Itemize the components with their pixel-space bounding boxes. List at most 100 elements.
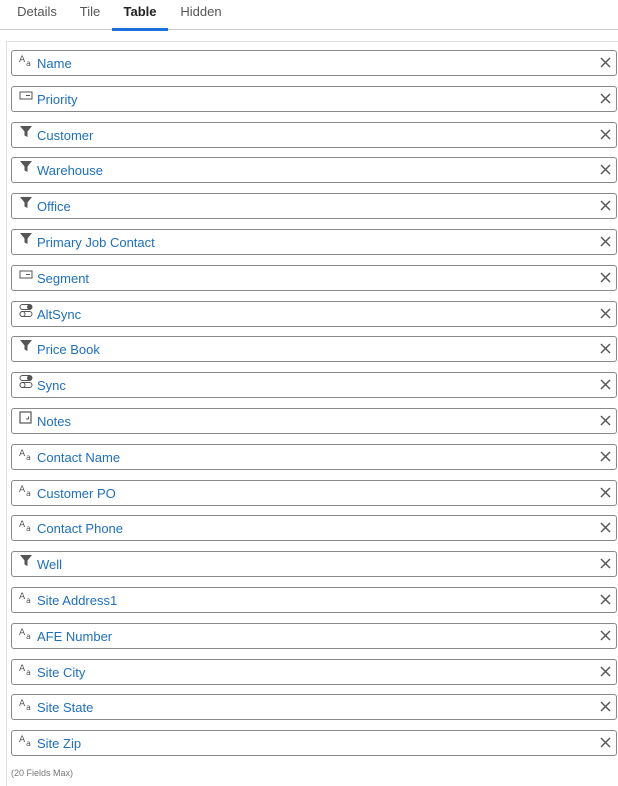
field-label: Sync <box>37 378 66 393</box>
svg-text:a: a <box>26 596 31 604</box>
toggle-icon <box>19 375 34 389</box>
field-row[interactable]: Aa Site State <box>11 694 617 720</box>
filter-icon <box>19 554 34 568</box>
svg-text:A: A <box>19 520 26 530</box>
field-label: Site Zip <box>37 736 82 751</box>
field-label: AFE Number <box>37 629 113 644</box>
remove-field-icon[interactable] <box>599 486 612 499</box>
remove-field-icon[interactable] <box>599 235 612 248</box>
svg-text:a: a <box>26 59 31 67</box>
svg-text:a: a <box>26 489 31 497</box>
field-label: Customer PO <box>37 486 116 501</box>
field-row[interactable]: Well <box>11 551 617 577</box>
field-row[interactable]: Aa Contact Name <box>11 444 617 470</box>
remove-field-icon[interactable] <box>599 557 612 570</box>
field-label: Site City <box>37 665 86 680</box>
field-row[interactable]: Aa Site Address1 <box>11 587 617 613</box>
field-label: Customer <box>37 128 94 143</box>
remove-field-icon[interactable] <box>599 307 612 320</box>
remove-field-icon[interactable] <box>599 521 612 534</box>
field-row[interactable]: Aa Customer PO <box>11 480 617 506</box>
text-icon: Aa <box>19 662 34 676</box>
table-field-list: Aa Name Priority Customer Warehouse Office Pri… <box>6 41 618 786</box>
field-row[interactable]: Warehouse <box>11 157 617 183</box>
remove-field-icon[interactable] <box>599 700 612 713</box>
field-row[interactable]: Customer <box>11 122 617 148</box>
svg-text:A: A <box>19 628 26 638</box>
toggle-icon <box>19 304 34 318</box>
filter-icon <box>19 339 34 353</box>
filter-icon <box>19 232 34 246</box>
tab-bar: Details Tile Table Hidden <box>0 0 618 31</box>
field-label: Contact Name <box>37 450 121 465</box>
field-row[interactable]: Aa Site Zip <box>11 730 617 756</box>
tab-tile[interactable]: Tile <box>72 0 108 30</box>
field-label: AltSync <box>37 307 82 322</box>
field-limit-note: (20 Fields Max) <box>11 768 74 778</box>
field-row[interactable]: Aa Name <box>11 50 617 76</box>
svg-text:a: a <box>26 524 31 532</box>
dropdown-icon <box>19 268 34 282</box>
field-label: Warehouse <box>37 163 103 178</box>
text-icon: Aa <box>19 518 34 532</box>
field-row[interactable]: Aa AFE Number <box>11 623 617 649</box>
field-label: Price Book <box>37 342 100 357</box>
filter-icon <box>19 125 34 139</box>
field-row[interactable]: Priority <box>11 86 617 112</box>
remove-field-icon[interactable] <box>599 128 612 141</box>
field-label: Well <box>37 557 63 572</box>
remove-field-icon[interactable] <box>599 92 612 105</box>
field-label: Site Address1 <box>37 593 118 608</box>
text-icon: Aa <box>19 447 34 461</box>
filter-icon <box>19 160 34 174</box>
svg-text:a: a <box>26 668 31 676</box>
remove-field-icon[interactable] <box>599 736 612 749</box>
field-row[interactable]: Notes <box>11 408 617 434</box>
tab-table[interactable]: Table <box>112 0 168 31</box>
remove-field-icon[interactable] <box>599 56 612 69</box>
field-row[interactable]: Aa Contact Phone <box>11 515 617 541</box>
text-icon: Aa <box>19 53 34 67</box>
field-row[interactable]: Price Book <box>11 336 617 362</box>
svg-text:a: a <box>26 453 31 461</box>
svg-text:A: A <box>19 55 26 65</box>
svg-text:A: A <box>19 592 26 602</box>
svg-text:a: a <box>26 739 31 747</box>
text-icon: Aa <box>19 733 34 747</box>
svg-text:A: A <box>19 449 26 459</box>
filter-icon <box>19 196 34 210</box>
remove-field-icon[interactable] <box>599 199 612 212</box>
tab-details[interactable]: Details <box>10 0 64 30</box>
field-label: Contact Phone <box>37 521 124 536</box>
remove-field-icon[interactable] <box>599 271 612 284</box>
field-label: Notes <box>37 414 71 429</box>
text-icon: Aa <box>19 590 34 604</box>
field-row[interactable]: Aa Site City <box>11 659 617 685</box>
svg-text:A: A <box>19 735 26 745</box>
remove-field-icon[interactable] <box>599 593 612 606</box>
field-row[interactable]: Primary Job Contact <box>11 229 617 255</box>
remove-field-icon[interactable] <box>599 629 612 642</box>
tab-hidden[interactable]: Hidden <box>172 0 230 30</box>
svg-text:A: A <box>19 699 26 709</box>
field-row[interactable]: Segment <box>11 265 617 291</box>
notes-icon <box>19 411 34 425</box>
svg-text:a: a <box>26 632 31 640</box>
remove-field-icon[interactable] <box>599 414 612 427</box>
text-icon: Aa <box>19 697 34 711</box>
field-row[interactable]: AltSync <box>11 301 617 327</box>
field-label: Office <box>37 199 71 214</box>
dropdown-icon <box>19 89 34 103</box>
remove-field-icon[interactable] <box>599 163 612 176</box>
remove-field-icon[interactable] <box>599 342 612 355</box>
field-row[interactable]: Office <box>11 193 617 219</box>
remove-field-icon[interactable] <box>599 665 612 678</box>
field-label: Segment <box>37 271 90 286</box>
remove-field-icon[interactable] <box>599 378 612 391</box>
text-icon: Aa <box>19 483 34 497</box>
text-icon: Aa <box>19 626 34 640</box>
remove-field-icon[interactable] <box>599 450 612 463</box>
field-row[interactable]: Sync <box>11 372 617 398</box>
svg-text:A: A <box>19 664 26 674</box>
field-label: Primary Job Contact <box>37 235 155 250</box>
